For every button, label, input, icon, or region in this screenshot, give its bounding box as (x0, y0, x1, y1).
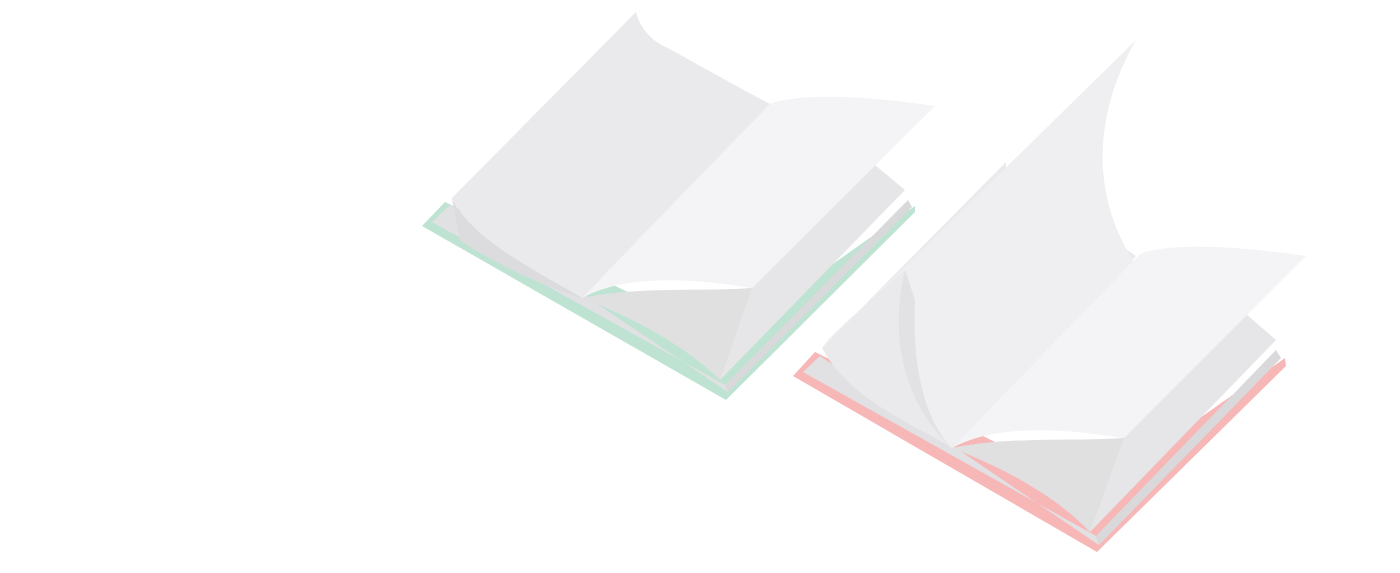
open-books-illustration (422, 12, 1306, 552)
illustration-canvas (0, 0, 1400, 573)
